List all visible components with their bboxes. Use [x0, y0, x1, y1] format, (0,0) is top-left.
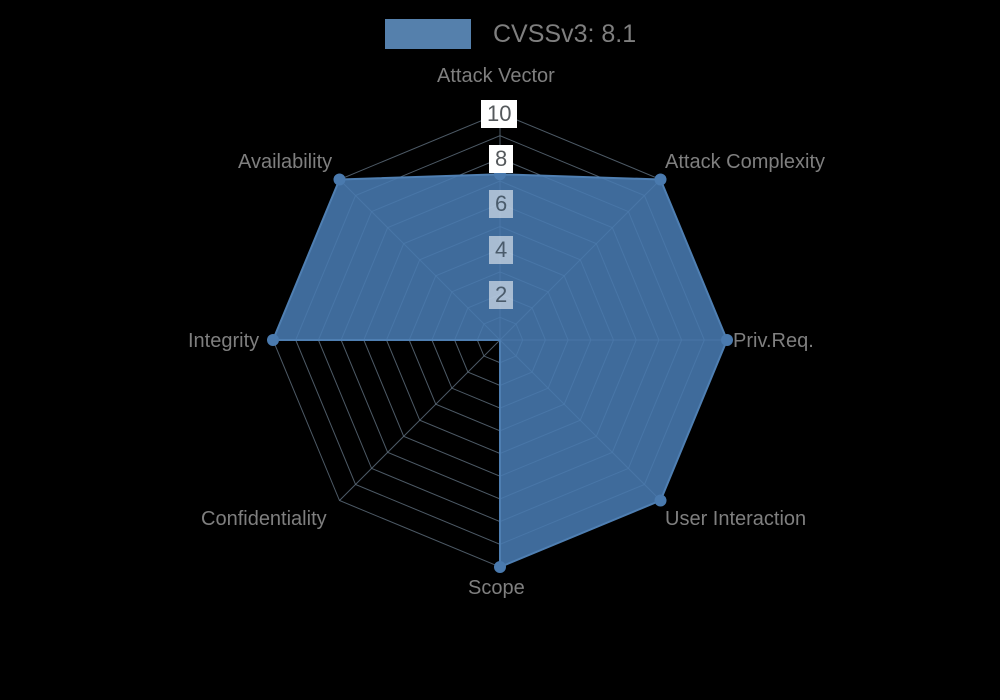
- legend-label-cvssv3: CVSSv3: 8.1: [493, 20, 637, 48]
- data-point-marker: [333, 173, 346, 186]
- rtick-10: 10: [481, 100, 518, 128]
- data-point-marker: [654, 494, 667, 507]
- data-point-marker: [267, 334, 279, 346]
- grid-spoke: [339, 339, 501, 501]
- data-point-marker: [494, 561, 506, 573]
- data-point-marker: [654, 173, 667, 186]
- axis-label-integrity: Integrity: [188, 330, 260, 352]
- series-polygon: [272, 173, 728, 568]
- radar-series-area: [272, 173, 728, 568]
- axis-label-attack-vector: Attack Vector: [437, 65, 555, 87]
- rtick-4: 4: [489, 236, 514, 264]
- axis-label-attack-complexity: Attack Complexity: [665, 151, 826, 173]
- data-point-marker: [721, 334, 733, 346]
- axis-label-user-interaction: User Interaction: [665, 508, 807, 530]
- axis-label-priv-req: Priv.Req.: [733, 330, 814, 352]
- axis-label-availability: Availability: [238, 151, 333, 173]
- axis-label-scope: Scope: [468, 577, 525, 599]
- rtick-2: 2: [489, 281, 514, 309]
- rtick-8: 8: [489, 145, 514, 173]
- axis-label-confidentiality: Confidentiality: [201, 508, 327, 530]
- cvssv3-series-swatch: [385, 19, 471, 49]
- chart-legend: CVSSv3: 8.1: [385, 17, 636, 51]
- rtick-6: 6: [489, 190, 514, 218]
- radar-chart-screen: CVSSv3: 8.1 Attack Vector Attack Complexi…: [0, 0, 1000, 700]
